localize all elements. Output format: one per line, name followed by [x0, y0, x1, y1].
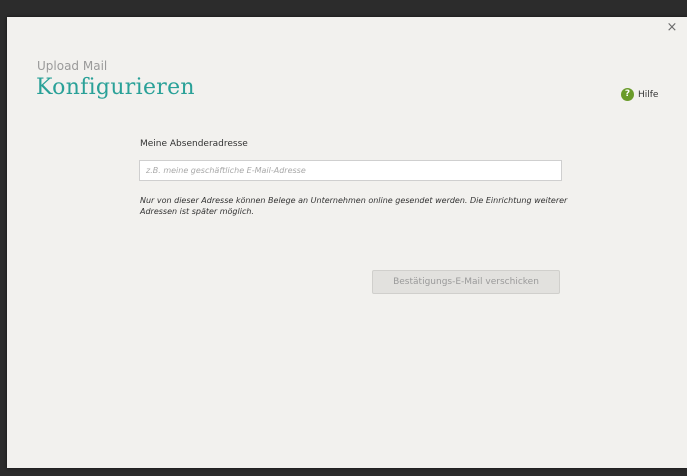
help-link[interactable]: ? Hilfe	[621, 88, 658, 101]
sender-address-note: Nur von dieser Adresse können Belege an …	[140, 196, 568, 216]
send-confirmation-button[interactable]: Bestätigungs-E-Mail verschicken	[372, 270, 560, 294]
sender-address-input[interactable]	[139, 160, 562, 181]
help-icon: ?	[621, 88, 634, 101]
close-icon[interactable]: ×	[665, 21, 679, 35]
page-title: Konfigurieren	[36, 75, 195, 100]
dialog-subtitle: Upload Mail	[37, 59, 108, 73]
configure-dialog: × Upload Mail Konfigurieren ? Hilfe Mein…	[7, 17, 687, 468]
sender-address-label: Meine Absenderadresse	[140, 139, 248, 149]
help-label: Hilfe	[638, 89, 659, 100]
